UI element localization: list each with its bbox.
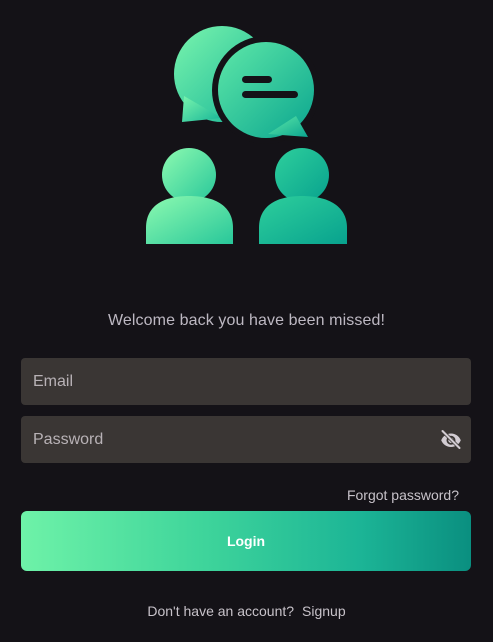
email-field-container	[21, 358, 471, 405]
forgot-password-link[interactable]: Forgot password?	[347, 487, 459, 503]
email-input[interactable]	[21, 358, 471, 405]
visibility-off-icon[interactable]	[439, 427, 463, 451]
group-chat-icon	[146, 26, 347, 244]
login-button[interactable]: Login	[21, 511, 471, 571]
signup-link[interactable]: Signup	[302, 603, 346, 619]
welcome-subtitle: Welcome back you have been missed!	[107, 312, 386, 329]
signup-row: Don't have an account? Signup	[0, 603, 493, 619]
password-field-container	[21, 416, 471, 463]
signup-prompt: Don't have an account?	[147, 603, 295, 619]
password-input[interactable]	[21, 416, 471, 463]
